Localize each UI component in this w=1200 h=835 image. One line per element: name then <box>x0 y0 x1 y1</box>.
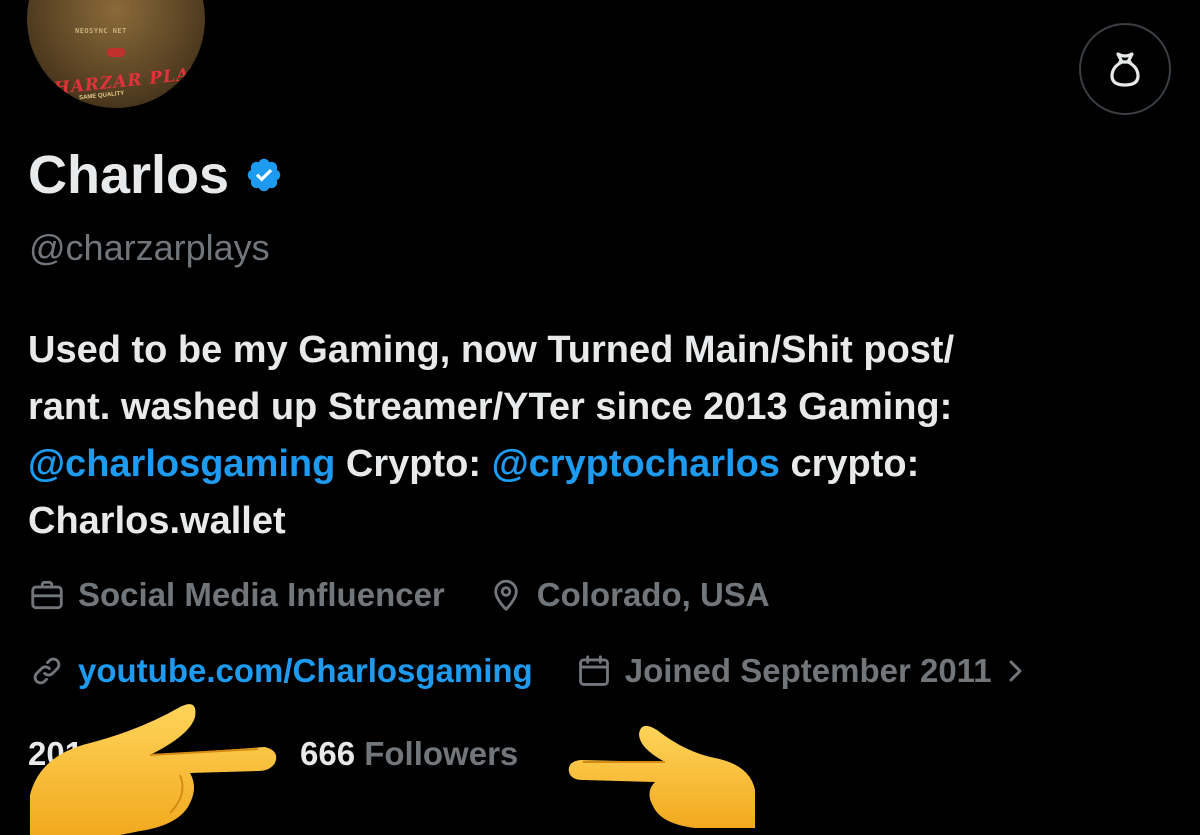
profile-meta-row-1: Social Media Influencer Colorado, USA <box>28 572 770 618</box>
profile-handle: @charzarplays <box>29 227 270 268</box>
mention-link-cryptocharlos[interactable]: @cryptocharlos <box>492 443 780 485</box>
link-icon <box>33 657 61 685</box>
avatar[interactable]: NEOSYNC NET CHARZAR PLAY SAME QUALITY <box>27 0 205 108</box>
verified-badge-icon[interactable] <box>245 156 283 194</box>
profile-location: Colorado, USA <box>487 576 770 614</box>
followers-count: 666 <box>300 735 356 772</box>
briefcase-icon <box>31 580 63 610</box>
profile-location-text: Colorado, USA <box>536 576 770 613</box>
gamepad-graphic <box>107 48 125 57</box>
avatar-text-line1: NEOSYNC NET <box>75 27 127 35</box>
location-pin-icon <box>494 579 518 611</box>
bio-crypto-label: Crypto: <box>335 443 492 485</box>
bio-crypto2-label: crypto: <box>779 443 920 485</box>
profile-joined-text: Joined September 2011 <box>624 652 992 689</box>
bio-line-1: Used to be my Gaming, now Turned Main/Sh… <box>28 329 955 371</box>
profile-website-link[interactable]: youtube.com/Charlosgaming <box>78 652 533 690</box>
pointing-right-hand-emoji <box>30 704 277 835</box>
bio-line-4: Charlos.wallet <box>28 500 286 542</box>
mention-link-charlosgaming[interactable]: @charlosgaming <box>28 443 335 485</box>
pointing-left-hand-emoji <box>568 725 755 828</box>
profile-joined[interactable]: Joined September 2011 <box>575 652 1038 690</box>
followers-link[interactable]: 666 Followers <box>300 735 518 773</box>
calendar-icon <box>578 655 609 686</box>
bio-line-2: rant. washed up Streamer/YTer since 2013… <box>28 386 953 428</box>
profile-category-text: Social Media Influencer <box>78 576 445 613</box>
chevron-right-icon <box>1009 660 1022 682</box>
profile-bio: Used to be my Gaming, now Turned Main/Sh… <box>28 322 1178 550</box>
profile-website[interactable]: youtube.com/Charlosgaming <box>28 652 533 690</box>
profile-meta-row-2: youtube.com/Charlosgaming Joined Septemb… <box>28 648 1038 694</box>
money-bag-icon <box>1110 52 1140 87</box>
money-bag-button[interactable] <box>1079 23 1171 115</box>
followers-label: Followers <box>364 735 519 772</box>
bio-line-3: @charlosgaming Crypto: @cryptocharlos cr… <box>28 436 1178 493</box>
profile-name-text: Charlos <box>28 145 230 205</box>
profile-category: Social Media Influencer <box>28 576 445 614</box>
profile-name: Charlos <box>28 140 283 210</box>
